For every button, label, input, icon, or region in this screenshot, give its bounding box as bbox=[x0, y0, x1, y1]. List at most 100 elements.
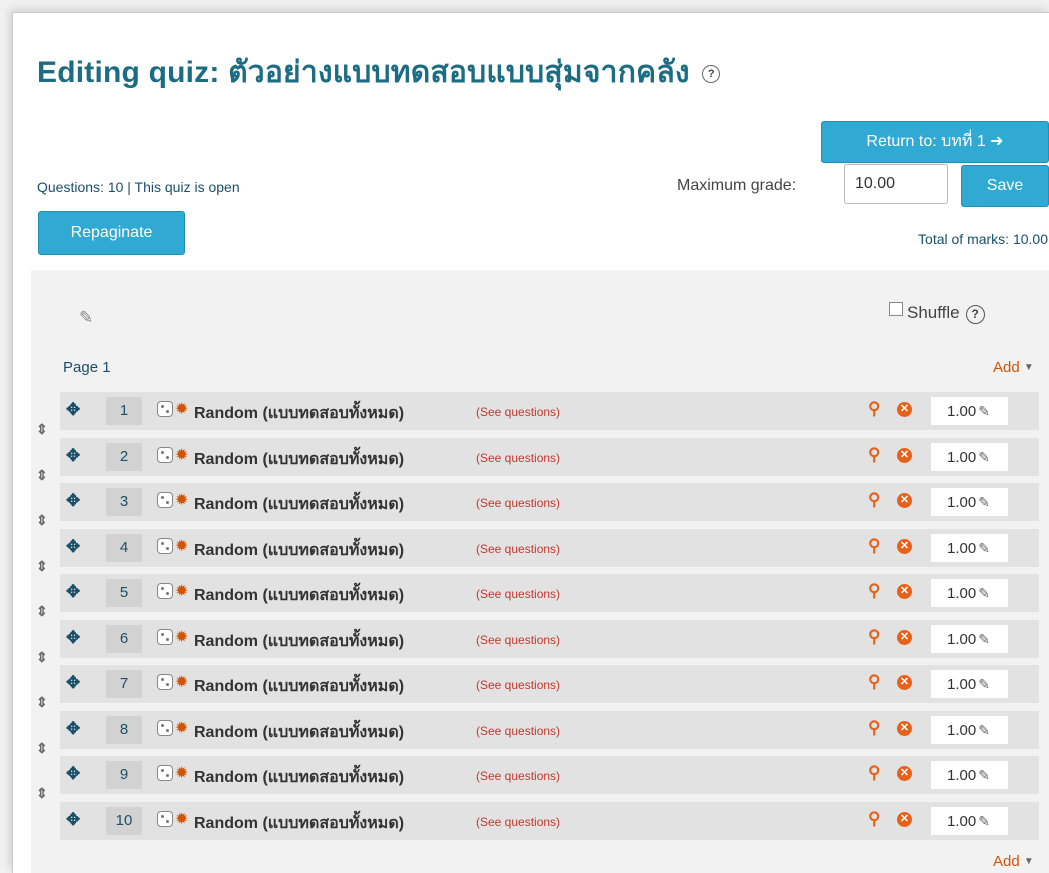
delete-icon[interactable]: ✕ bbox=[897, 630, 912, 645]
question-name[interactable]: Random (แบบทดสอบทั้งหมด) bbox=[194, 401, 404, 426]
move-icon[interactable]: ✥ bbox=[66, 537, 80, 557]
page-break-icon[interactable]: ⇕ bbox=[36, 695, 48, 709]
question-mark[interactable]: 1.00 ✎ bbox=[931, 488, 1008, 516]
add-menu-top[interactable]: Add ▼ bbox=[993, 359, 1034, 376]
question-mark[interactable]: 1.00 ✎ bbox=[931, 397, 1008, 425]
return-button[interactable]: Return to: บทที่ 1 ➜ bbox=[821, 121, 1049, 163]
see-questions-link[interactable]: (See questions) bbox=[476, 405, 560, 419]
page-break-icon[interactable]: ⇕ bbox=[36, 604, 48, 618]
search-icon[interactable]: ⚲ bbox=[868, 718, 880, 738]
save-button[interactable]: Save bbox=[961, 165, 1049, 207]
page-break-icon[interactable]: ⇕ bbox=[36, 559, 48, 573]
delete-icon[interactable]: ✕ bbox=[897, 766, 912, 781]
add-menu-bottom[interactable]: Add ▼ bbox=[993, 853, 1034, 870]
pencil-icon[interactable]: ✎ bbox=[978, 722, 990, 738]
pencil-icon[interactable]: ✎ bbox=[978, 676, 990, 692]
move-icon[interactable]: ✥ bbox=[66, 491, 80, 511]
pencil-icon[interactable]: ✎ bbox=[978, 403, 990, 419]
question-mark[interactable]: 1.00 ✎ bbox=[931, 761, 1008, 789]
search-icon[interactable]: ⚲ bbox=[868, 672, 880, 692]
see-questions-link[interactable]: (See questions) bbox=[476, 724, 560, 738]
search-icon[interactable]: ⚲ bbox=[868, 809, 880, 829]
question-mark[interactable]: 1.00 ✎ bbox=[931, 579, 1008, 607]
question-slot: ✥ 1 ✹ Random (แบบทดสอบทั้งหมด) (See question… bbox=[60, 392, 1039, 430]
see-questions-link[interactable]: (See questions) bbox=[476, 633, 560, 647]
delete-icon[interactable]: ✕ bbox=[897, 402, 912, 417]
delete-icon[interactable]: ✕ bbox=[897, 448, 912, 463]
question-slot: ✥ 5 ✹ Random (แบบทดสอบทั้งหมด) (See question… bbox=[60, 574, 1039, 612]
search-icon[interactable]: ⚲ bbox=[868, 399, 880, 419]
move-icon[interactable]: ✥ bbox=[66, 719, 80, 739]
question-name[interactable]: Random (แบบทดสอบทั้งหมด) bbox=[194, 765, 404, 790]
pencil-icon[interactable]: ✎ bbox=[79, 308, 93, 328]
question-slot: ✥ 10 ✹ Random (แบบทดสอบทั้งหมด) (See questio… bbox=[60, 802, 1039, 840]
page-break-icon[interactable]: ⇕ bbox=[36, 422, 48, 436]
move-icon[interactable]: ✥ bbox=[66, 446, 80, 466]
page-break-icon[interactable]: ⇕ bbox=[36, 741, 48, 755]
search-icon[interactable]: ⚲ bbox=[868, 536, 880, 556]
search-icon[interactable]: ⚲ bbox=[868, 581, 880, 601]
pencil-icon[interactable]: ✎ bbox=[978, 631, 990, 647]
question-name[interactable]: Random (แบบทดสอบทั้งหมด) bbox=[194, 674, 404, 699]
shuffle-control[interactable]: Shuffle? bbox=[889, 302, 985, 324]
pencil-icon[interactable]: ✎ bbox=[978, 494, 990, 510]
see-questions-link[interactable]: (See questions) bbox=[476, 587, 560, 601]
repaginate-button[interactable]: Repaginate bbox=[38, 211, 185, 255]
page-break-icon[interactable]: ⇕ bbox=[36, 650, 48, 664]
pencil-icon[interactable]: ✎ bbox=[978, 767, 990, 783]
delete-icon[interactable]: ✕ bbox=[897, 675, 912, 690]
move-icon[interactable]: ✥ bbox=[66, 673, 80, 693]
question-name[interactable]: Random (แบบทดสอบทั้งหมด) bbox=[194, 538, 404, 563]
see-questions-link[interactable]: (See questions) bbox=[476, 542, 560, 556]
move-icon[interactable]: ✥ bbox=[66, 764, 80, 784]
question-mark[interactable]: 1.00 ✎ bbox=[931, 625, 1008, 653]
pencil-icon[interactable]: ✎ bbox=[978, 585, 990, 601]
see-questions-link[interactable]: (See questions) bbox=[476, 451, 560, 465]
search-icon[interactable]: ⚲ bbox=[868, 763, 880, 783]
add-label: Add bbox=[993, 853, 1020, 870]
question-name[interactable]: Random (แบบทดสอบทั้งหมด) bbox=[194, 720, 404, 745]
mark-value: 1.00 bbox=[947, 631, 977, 648]
move-icon[interactable]: ✥ bbox=[66, 810, 80, 830]
page-break-icon[interactable]: ⇕ bbox=[36, 468, 48, 482]
question-mark[interactable]: 1.00 ✎ bbox=[931, 534, 1008, 562]
question-mark[interactable]: 1.00 ✎ bbox=[931, 807, 1008, 835]
move-icon[interactable]: ✥ bbox=[66, 582, 80, 602]
delete-icon[interactable]: ✕ bbox=[897, 812, 912, 827]
delete-icon[interactable]: ✕ bbox=[897, 721, 912, 736]
dice-icon bbox=[157, 811, 173, 827]
question-name[interactable]: Random (แบบทดสอบทั้งหมด) bbox=[194, 492, 404, 517]
question-mark[interactable]: 1.00 ✎ bbox=[931, 443, 1008, 471]
help-icon[interactable]: ? bbox=[965, 305, 985, 324]
question-name[interactable]: Random (แบบทดสอบทั้งหมด) bbox=[194, 811, 404, 836]
pencil-icon[interactable]: ✎ bbox=[978, 540, 990, 556]
delete-icon[interactable]: ✕ bbox=[897, 584, 912, 599]
gear-icon: ✹ bbox=[175, 674, 189, 691]
gear-icon: ✹ bbox=[175, 538, 189, 555]
shuffle-checkbox[interactable] bbox=[889, 302, 903, 316]
search-icon[interactable]: ⚲ bbox=[868, 490, 880, 510]
delete-icon[interactable]: ✕ bbox=[897, 539, 912, 554]
delete-icon[interactable]: ✕ bbox=[897, 493, 912, 508]
see-questions-link[interactable]: (See questions) bbox=[476, 769, 560, 783]
question-mark[interactable]: 1.00 ✎ bbox=[931, 716, 1008, 744]
question-slot: ✥ 3 ✹ Random (แบบทดสอบทั้งหมด) (See question… bbox=[60, 483, 1039, 521]
gear-icon: ✹ bbox=[175, 811, 189, 828]
pencil-icon[interactable]: ✎ bbox=[978, 449, 990, 465]
see-questions-link[interactable]: (See questions) bbox=[476, 678, 560, 692]
page-break-icon[interactable]: ⇕ bbox=[36, 786, 48, 800]
question-name[interactable]: Random (แบบทดสอบทั้งหมด) bbox=[194, 447, 404, 472]
move-icon[interactable]: ✥ bbox=[66, 628, 80, 648]
see-questions-link[interactable]: (See questions) bbox=[476, 815, 560, 829]
question-name[interactable]: Random (แบบทดสอบทั้งหมด) bbox=[194, 629, 404, 654]
move-icon[interactable]: ✥ bbox=[66, 400, 80, 420]
question-name[interactable]: Random (แบบทดสอบทั้งหมด) bbox=[194, 583, 404, 608]
page-break-icon[interactable]: ⇕ bbox=[36, 513, 48, 527]
search-icon[interactable]: ⚲ bbox=[868, 627, 880, 647]
see-questions-link[interactable]: (See questions) bbox=[476, 496, 560, 510]
help-icon[interactable]: ? bbox=[702, 65, 721, 84]
pencil-icon[interactable]: ✎ bbox=[978, 813, 990, 829]
question-mark[interactable]: 1.00 ✎ bbox=[931, 670, 1008, 698]
maximum-grade-input[interactable] bbox=[844, 164, 948, 204]
search-icon[interactable]: ⚲ bbox=[868, 445, 880, 465]
